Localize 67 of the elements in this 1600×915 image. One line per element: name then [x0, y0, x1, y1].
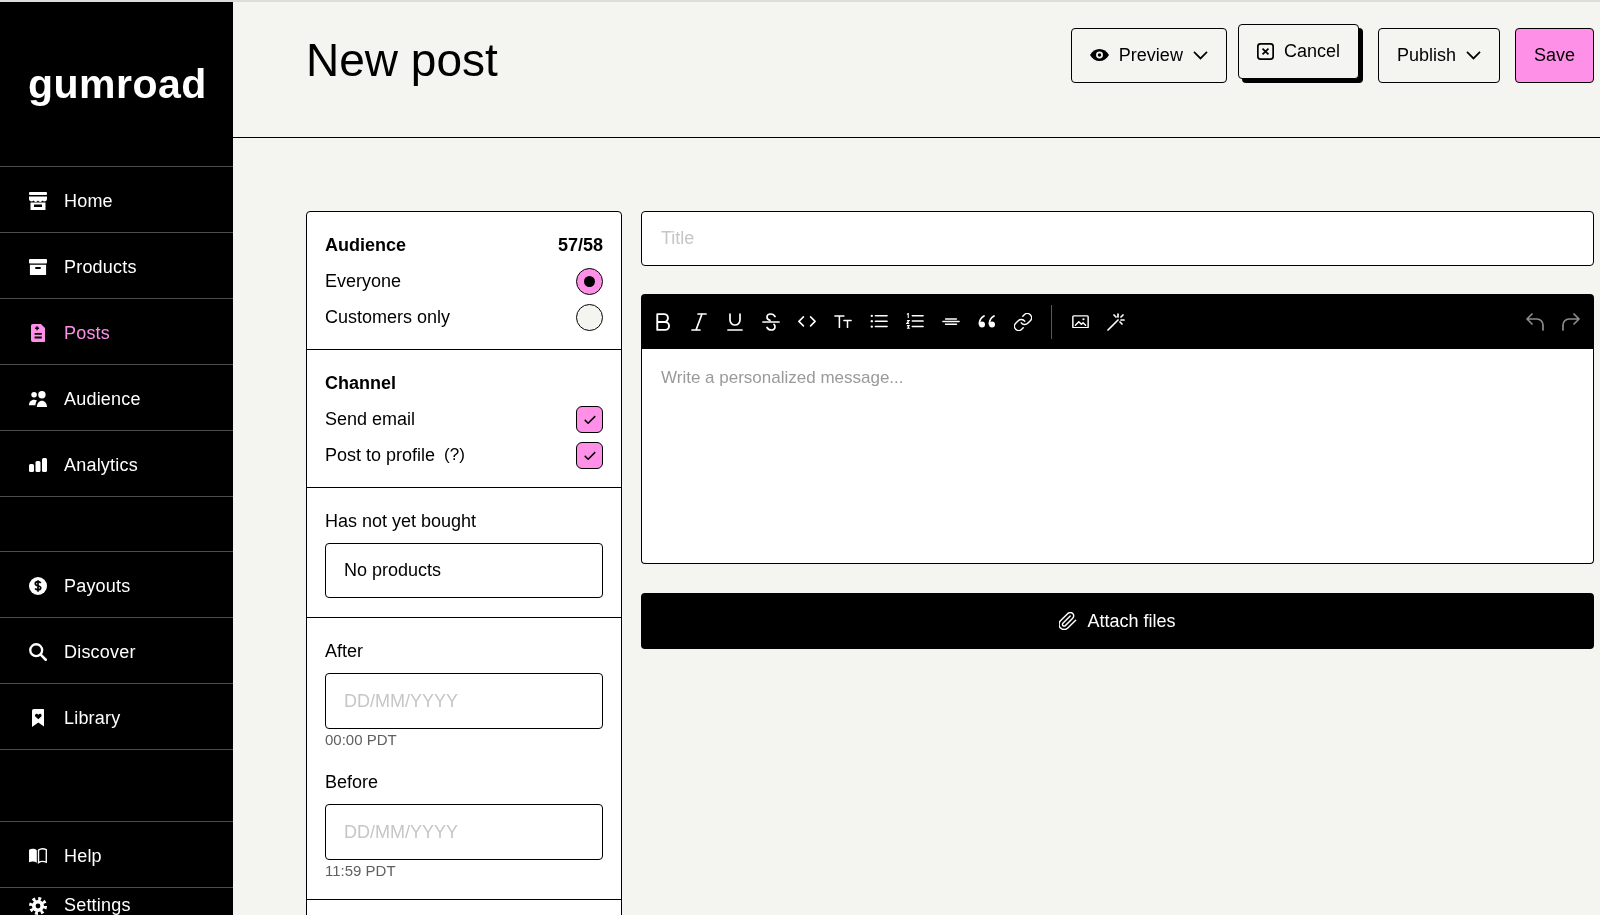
attach-files-button[interactable]: Attach files [641, 593, 1594, 649]
checkbox[interactable] [576, 405, 603, 433]
nav-item[interactable]: Products [0, 232, 233, 298]
option-label: Post to profile [325, 444, 436, 466]
title-field[interactable]: Title [641, 211, 1594, 266]
time-hint: 00:00 PDT [325, 730, 398, 750]
logo[interactable]: gumroad [28, 63, 207, 105]
bullet-list-icon[interactable] [870, 314, 888, 329]
horizontal-rule-icon[interactable] [942, 317, 960, 326]
chevron-down-icon [1465, 51, 1481, 60]
field-label: After [325, 639, 364, 663]
save-button[interactable]: Save [1514, 28, 1594, 83]
bold-icon[interactable] [655, 312, 671, 331]
audience-count: 57/58 [557, 234, 603, 256]
nav-item[interactable]: Settings [0, 887, 233, 915]
nav-item[interactable]: Library [0, 683, 233, 749]
nav-item[interactable]: Help [0, 821, 233, 887]
nav-item[interactable]: Analytics [0, 430, 233, 496]
underline-icon[interactable] [727, 312, 743, 331]
numbered-list-icon[interactable] [906, 313, 924, 330]
checkmark-icon [583, 450, 596, 460]
checkmark-icon [583, 414, 596, 424]
nav-item[interactable]: Discover [0, 617, 233, 683]
people-icon [29, 390, 47, 408]
option-label: Send email [325, 408, 416, 430]
option-label: Customers only [325, 306, 451, 328]
radio-button[interactable] [576, 267, 603, 295]
date-field[interactable]: DD/MM/YYYY [325, 673, 603, 729]
products-select-field[interactable]: No products [325, 543, 603, 598]
nav-item[interactable]: Payouts [0, 551, 233, 617]
date-field[interactable]: DD/MM/YYYY [325, 804, 603, 860]
archive-box-icon [29, 258, 47, 276]
eye-icon [1089, 49, 1109, 62]
field-label: Has not yet bought [325, 509, 478, 533]
time-hint: 11:59 PDT [325, 861, 397, 881]
paperclip-icon [1059, 612, 1078, 630]
section-title: Audience [325, 234, 407, 256]
text-size-icon[interactable] [834, 314, 852, 329]
preview-button[interactable]: Preview [1070, 28, 1227, 83]
bar-chart-icon [29, 458, 47, 472]
close-icon [1256, 43, 1274, 60]
image-icon[interactable] [1071, 314, 1089, 329]
section-title: Channel [325, 372, 396, 394]
nav-item[interactable]: Posts [0, 298, 233, 364]
code-icon[interactable] [798, 316, 816, 327]
help-hint[interactable]: (?) [444, 445, 465, 465]
magic-wand-icon[interactable] [1107, 312, 1125, 331]
quote-icon[interactable] [978, 315, 996, 328]
italic-icon[interactable] [691, 312, 707, 331]
page-title: New post [306, 33, 498, 88]
dollar-coin-icon [29, 577, 47, 595]
search-icon [29, 643, 47, 661]
radio-button[interactable] [576, 303, 603, 331]
field-label: Before [325, 770, 380, 794]
message-field[interactable]: Write a personalized message... [641, 349, 1594, 564]
nav-item[interactable]: Audience [0, 364, 233, 430]
link-icon[interactable] [1014, 312, 1032, 331]
book-icon [29, 848, 47, 864]
checkbox[interactable] [576, 441, 603, 469]
option-label: Everyone [325, 270, 402, 292]
document-icon [30, 324, 46, 342]
strikethrough-icon[interactable] [762, 312, 780, 331]
nav-item[interactable]: Home [0, 166, 233, 232]
bookmark-icon [31, 709, 45, 727]
store-icon [29, 192, 47, 210]
chevron-down-icon [1192, 51, 1208, 60]
publish-button[interactable]: Publish [1377, 28, 1500, 83]
